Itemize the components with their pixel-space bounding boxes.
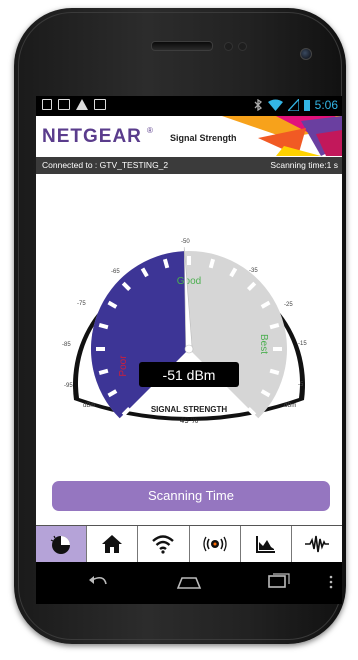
scanning-time-button[interactable]: Scanning Time [52, 481, 330, 511]
app-header: NETGEAR ® Signal Strength [36, 116, 342, 156]
waveform-icon [304, 535, 329, 553]
chart-icon [255, 536, 275, 553]
netgear-logo: NETGEAR [42, 126, 142, 147]
gauge-icon [50, 535, 71, 554]
connection-bar: Connected to : GTV_TESTING_2 Scanning ti… [36, 157, 342, 174]
needle-hub [184, 344, 194, 354]
gauge-tick [208, 258, 216, 269]
tick-label: -65 [111, 269, 120, 275]
signal-icon [287, 99, 299, 111]
gauge-tick [269, 322, 280, 330]
bluetooth-icon [254, 99, 262, 111]
tab-wifi[interactable] [138, 526, 190, 562]
video-icon [94, 99, 106, 110]
status-time: 5:06 [314, 98, 338, 112]
tick-label: -75 [77, 301, 86, 307]
signal-percent: 49 % [180, 416, 198, 425]
page-title: Signal Strength [170, 133, 237, 143]
warning-icon [76, 99, 88, 110]
tab-signal-strength[interactable] [36, 526, 88, 562]
wifi-icon [152, 535, 175, 554]
bottom-tab-bar [36, 525, 342, 562]
menu-icon[interactable] [328, 572, 334, 592]
tick-label: -85 [62, 342, 71, 348]
unit-label-right: dBm [284, 403, 296, 409]
navigation-bar [36, 562, 342, 604]
recent-apps-icon[interactable] [266, 572, 292, 592]
signal-strength-label: SIGNAL STRENGTH [151, 405, 228, 414]
tab-signal-broadcast[interactable] [190, 526, 241, 562]
light-sensor [238, 42, 247, 51]
gauge-tick [98, 368, 109, 376]
tick-label: -15 [298, 341, 307, 347]
zone-label-poor: Poor [118, 355, 129, 377]
wifi-icon [267, 99, 283, 111]
tick-label: -50 [181, 239, 190, 245]
gauge-tick [98, 322, 109, 330]
scanning-time: Scanning time:1 s [270, 160, 338, 170]
front-camera [300, 48, 312, 60]
sim-icon [42, 99, 52, 110]
status-bar: 5:06 [36, 96, 342, 116]
zone-label-good: Good [177, 276, 201, 287]
unit-label-left: dBm [83, 403, 95, 409]
home-icon[interactable] [176, 572, 202, 592]
signal-reading: -51 dBm [163, 367, 216, 383]
gauge-tick [162, 258, 170, 269]
zone-label-best: Best [258, 334, 269, 354]
signal-broadcast-icon [202, 536, 227, 552]
battery-icon [303, 99, 310, 111]
tick-label: -35 [249, 268, 258, 274]
tab-waveform[interactable] [292, 526, 342, 562]
gauge-tick [269, 368, 280, 376]
earpiece-speaker [151, 41, 213, 51]
connected-network: Connected to : GTV_TESTING_2 [42, 160, 169, 170]
tick-label: -25 [284, 302, 293, 308]
tick-label: -5 [298, 382, 304, 388]
tab-chart[interactable] [241, 526, 292, 562]
tab-home[interactable] [87, 526, 139, 562]
tick-label: -95 [64, 383, 73, 389]
image-icon [58, 99, 70, 110]
screen: 5:06 NETGEAR ® Signal Strength Connected… [36, 96, 342, 604]
home-icon [102, 535, 123, 553]
signal-gauge: -95 -85 -75 -65 -50 -35 -25 -15 -5 dBm d… [36, 174, 342, 464]
registered-mark: ® [147, 126, 153, 135]
back-icon[interactable] [86, 572, 110, 592]
proximity-sensor [224, 42, 233, 51]
